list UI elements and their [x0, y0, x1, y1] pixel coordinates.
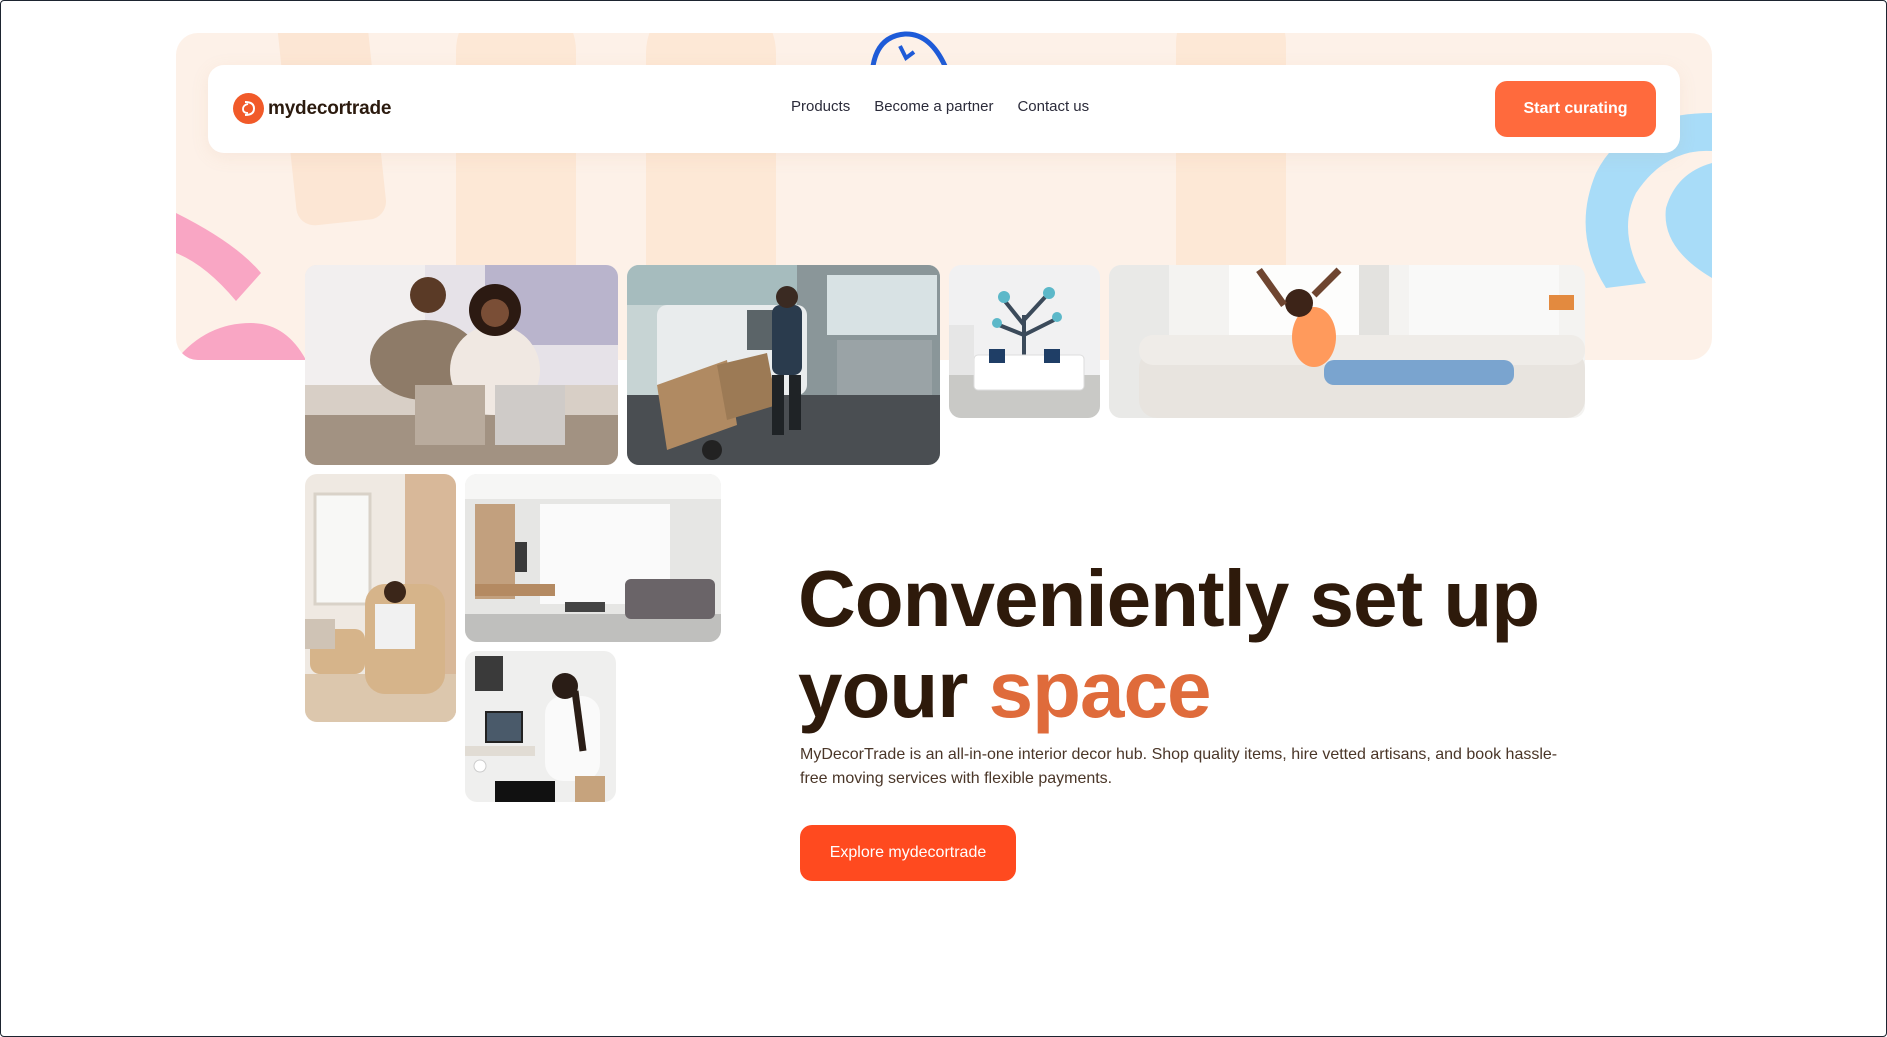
navbar: mydecortrade Products Become a partner C…: [208, 65, 1680, 153]
start-curating-button[interactable]: Start curating: [1495, 81, 1656, 137]
headline-accent: space: [988, 645, 1212, 734]
woman-on-video-call-photo: [465, 651, 616, 802]
logo-text: mydecortrade: [268, 97, 392, 119]
delivery-man-with-boxes-photo: [627, 265, 940, 465]
woman-stretching-on-sofa-photo: [1109, 265, 1585, 418]
nav-link-contact-us[interactable]: Contact us: [1017, 98, 1089, 115]
headline-line-1: Conveniently set up: [798, 554, 1540, 643]
headline-line-2: your space: [798, 644, 1698, 735]
nav-links: Products Become a partner Contact us: [791, 98, 1089, 115]
man-in-armchair-photo: [305, 474, 456, 722]
nav-link-become-a-partner[interactable]: Become a partner: [874, 98, 993, 115]
logo-icon: [233, 93, 264, 124]
couple-on-sofa-photo: [305, 265, 618, 465]
headline-prefix: your: [798, 645, 968, 734]
nav-link-products[interactable]: Products: [791, 98, 850, 115]
explore-mydecortrade-button[interactable]: Explore mydecortrade: [800, 825, 1016, 881]
modern-living-room-photo: [465, 474, 721, 642]
decorative-arc: [870, 31, 948, 68]
hero-headline: Conveniently set up your space: [798, 553, 1698, 735]
hero-description: MyDecorTrade is an all-in-one interior d…: [800, 746, 1558, 787]
kids-room-tree-mural-photo: [949, 265, 1100, 418]
logo[interactable]: mydecortrade: [233, 93, 391, 124]
